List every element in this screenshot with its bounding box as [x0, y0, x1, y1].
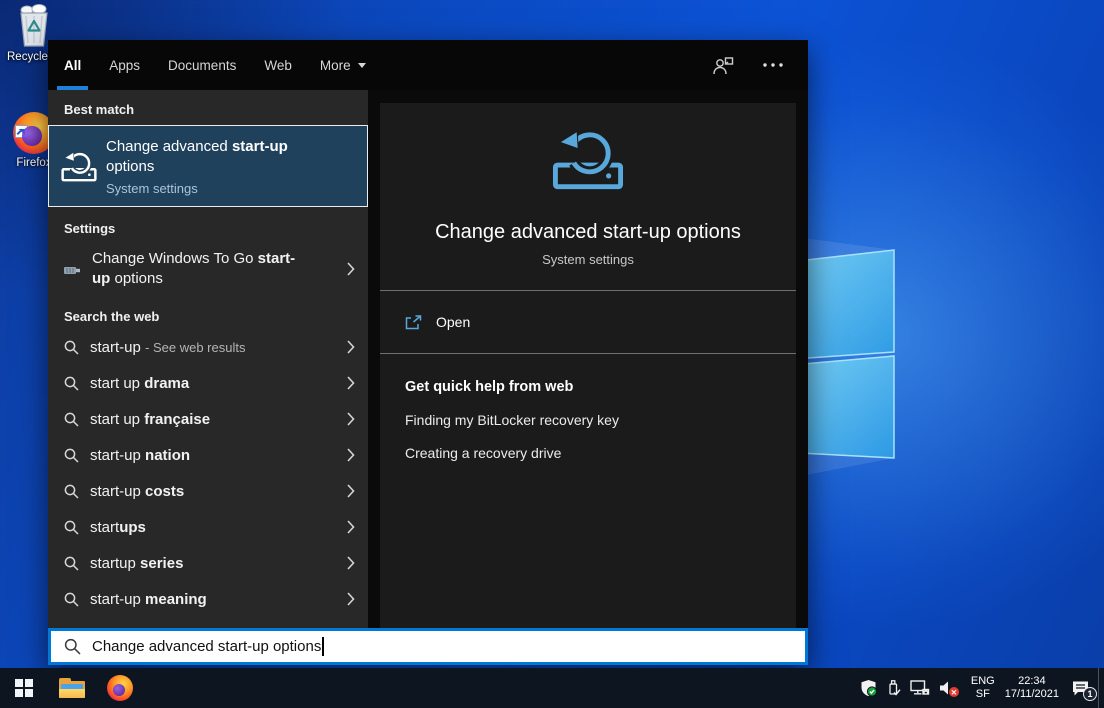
file-explorer-icon [59, 678, 85, 698]
result-title: Change Windows To Go start-up options [92, 249, 307, 289]
section-header-best-match: Best match [48, 90, 368, 122]
search-icon [64, 340, 79, 355]
chevron-right-icon [347, 484, 355, 498]
clock-time: 22:34 [1005, 675, 1059, 688]
search-icon [64, 556, 79, 571]
search-icon [64, 376, 79, 391]
notification-badge: 1 [1083, 687, 1097, 701]
help-section-header: Get quick help from web [405, 379, 771, 395]
taskbar-clock[interactable]: 22:34 17/11/2021 [1005, 675, 1059, 701]
web-suggestion[interactable]: start-up - See web results [48, 329, 368, 365]
open-action[interactable]: Open [380, 291, 796, 353]
result-subtitle: System settings [106, 181, 321, 196]
preview-subtitle: System settings [380, 252, 796, 267]
search-icon [64, 484, 79, 499]
web-suggestion[interactable]: startup series [48, 545, 368, 581]
search-input[interactable]: Change advanced start-up options [48, 628, 808, 665]
web-suggestion[interactable]: startups [48, 509, 368, 545]
firefox-icon [107, 675, 133, 701]
language-indicator[interactable]: ENG SF [971, 675, 995, 701]
text-cursor [322, 637, 324, 656]
desktop: Recycle Bin Firefox All Apps Documents W… [0, 0, 1104, 708]
windows-to-go-icon [63, 262, 81, 277]
web-suggestion[interactable]: start-up costs [48, 473, 368, 509]
sign-in-icon[interactable] [712, 56, 734, 75]
clock-date: 17/11/2021 [1005, 688, 1059, 701]
start-button[interactable] [0, 668, 48, 708]
search-filter-tabs: All Apps Documents Web More [48, 40, 808, 90]
tab-web[interactable]: Web [257, 40, 299, 90]
search-icon [64, 520, 79, 535]
volume-muted-tray-icon[interactable]: ✕ [939, 680, 956, 696]
open-label: Open [436, 314, 470, 330]
open-icon [405, 315, 422, 330]
help-link[interactable]: Creating a recovery drive [405, 445, 771, 461]
chevron-right-icon [347, 520, 355, 534]
usb-tray-icon[interactable] [886, 679, 901, 697]
search-icon [64, 412, 79, 427]
web-suggestion[interactable]: start up française [48, 401, 368, 437]
search-flyout: All Apps Documents Web More Best match [48, 40, 808, 665]
chevron-right-icon [347, 376, 355, 390]
section-header-settings: Settings [48, 207, 368, 241]
chevron-right-icon [347, 412, 355, 426]
web-suggestion[interactable]: start-up meaning [48, 581, 368, 617]
windows-logo-icon [15, 679, 33, 697]
chevron-right-icon [347, 340, 355, 354]
tab-documents[interactable]: Documents [161, 40, 243, 90]
action-center-button[interactable]: 1 [1071, 680, 1090, 697]
network-tray-icon[interactable] [910, 680, 930, 697]
security-tray-icon[interactable] [860, 679, 877, 697]
tab-more[interactable]: More [313, 40, 373, 90]
shortcut-arrow-icon [15, 125, 28, 138]
search-input-value: Change advanced start-up options [92, 638, 321, 655]
show-desktop-button[interactable] [1098, 668, 1104, 708]
settings-result[interactable]: Change Windows To Go start-up options [48, 241, 368, 297]
mute-badge: ✕ [949, 687, 959, 697]
search-icon [64, 592, 79, 607]
web-suggestion[interactable]: start-up nation [48, 437, 368, 473]
firefox-taskbar-button[interactable] [96, 668, 144, 708]
best-match-result[interactable]: Change advanced start-up options System … [48, 125, 368, 207]
search-icon [64, 638, 81, 655]
result-preview-pane: Change advanced start-up options System … [380, 103, 796, 628]
search-icon [64, 448, 79, 463]
section-header-web: Search the web [48, 297, 368, 329]
preview-title: Change advanced start-up options [380, 221, 796, 244]
chevron-right-icon [347, 592, 355, 606]
chevron-right-icon [347, 556, 355, 570]
search-results-list: Best match Change advanced start-up opti… [48, 90, 368, 628]
web-suggestion[interactable]: start up drama [48, 365, 368, 401]
ellipsis-icon[interactable] [762, 62, 784, 68]
tab-apps[interactable]: Apps [102, 40, 147, 90]
chevron-right-icon [347, 448, 355, 462]
taskbar: ✕ ENG SF 22:34 17/11/2021 1 [0, 668, 1104, 708]
chevron-down-icon [358, 63, 366, 68]
file-explorer-button[interactable] [48, 668, 96, 708]
chevron-right-icon [347, 262, 355, 276]
advanced-startup-icon [552, 127, 624, 190]
advanced-startup-icon [61, 150, 97, 182]
help-link[interactable]: Finding my BitLocker recovery key [405, 412, 771, 428]
tab-all[interactable]: All [57, 40, 88, 90]
result-title: Change advanced start-up options [106, 137, 321, 177]
